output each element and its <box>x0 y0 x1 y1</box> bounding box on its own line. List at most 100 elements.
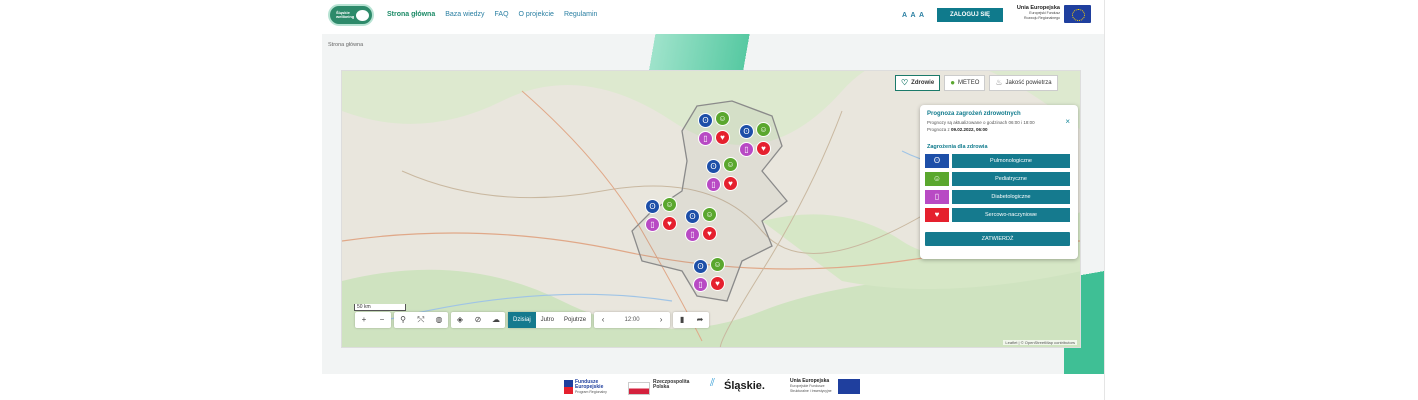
layer-health-label: Zdrowie <box>911 80 935 86</box>
font-size-switcher[interactable]: A A A <box>902 12 925 19</box>
heart-icon[interactable]: ♥ <box>710 276 725 291</box>
actions-group: ▮ ➦ <box>673 312 710 328</box>
heart-icon: ♥ <box>925 208 949 222</box>
day-after-tomorrow-button[interactable]: Pojutrze <box>559 312 591 328</box>
layer-air-quality-button[interactable]: ♨ Jakość powietrza <box>989 75 1058 91</box>
hazard-row-diabetology[interactable]: ▯ Diabetologiczne <box>925 190 1070 204</box>
layers-icon[interactable]: ◈ <box>451 312 469 328</box>
confirm-button[interactable]: ZATWIERDŹ <box>925 232 1070 246</box>
heart-icon[interactable]: ♥ <box>715 130 730 145</box>
share-icon[interactable]: ➦ <box>691 312 709 328</box>
day-tomorrow-button[interactable]: Jutro <box>536 312 559 328</box>
child-icon[interactable]: ☺ <box>710 257 725 272</box>
hazard-label: Pulmonologiczne <box>952 154 1070 168</box>
slaskie-mark-icon: ⫽ <box>710 377 715 389</box>
app-logo[interactable]: Śląskie wellbeing <box>328 4 374 26</box>
glucometer-icon[interactable]: ▯ <box>693 277 708 292</box>
glucometer-icon[interactable]: ▯ <box>645 217 660 232</box>
hazard-row-cardiovascular[interactable]: ♥ Sercowo-naczyniowe <box>925 208 1070 222</box>
pl-title2: Polska <box>653 384 670 390</box>
eu-flag-icon <box>1064 5 1091 23</box>
heart-icon[interactable]: ♥ <box>723 176 738 191</box>
map[interactable]: ʘ ☺ ▯ ♥ ʘ ☺ ▯ ♥ ʘ ☺ ▯ ♥ ʘ ☺ ▯ ♥ ʘ ☺ ▯ ♥ ʘ ☺ ▯ ♥ ♡ Zdrowie ●… <box>341 70 1081 348</box>
content-band: Strona główna ʘ ☺ ▯ ♥ ʘ ☺ ▯ ♥ ʘ ☺ ▯ ♥ ʘ ☺ ▯ ♥ ʘ ☺ ▯ ♥ ʘ… <box>322 34 1104 374</box>
hazard-cluster[interactable]: ʘ ☺ ▯ ♥ <box>739 122 777 158</box>
day-selector: Dzisiaj Jutro Pojutrze <box>508 312 592 328</box>
hazard-cluster[interactable]: ʘ ☺ ▯ ♥ <box>706 157 744 193</box>
location-pin-icon[interactable]: ⚲ <box>394 312 412 328</box>
decor-stripe <box>624 34 774 74</box>
breadcrumb[interactable]: Strona główna <box>328 42 363 48</box>
layer-health-button[interactable]: ♡ Zdrowie <box>895 75 941 91</box>
hazard-label: Pediatryczne <box>952 172 1070 186</box>
layer-switcher: ♡ Zdrowie ● METEO ♨ Jakość powietrza <box>895 75 1058 91</box>
hazard-label: Diabetologiczne <box>952 190 1070 204</box>
chevron-right-icon[interactable]: › <box>652 312 670 328</box>
route-icon[interactable]: ⤲ <box>412 312 430 328</box>
layer-meteo-button[interactable]: ● METEO <box>944 75 986 91</box>
time-selector: ‹ 12:00 › <box>594 312 671 328</box>
lungs-icon[interactable]: ʘ <box>645 199 660 214</box>
child-icon[interactable]: ☺ <box>756 122 771 137</box>
layer-air-label: Jakość powietrza <box>1005 80 1052 86</box>
hazard-cluster[interactable]: ʘ ☺ ▯ ♥ <box>693 257 731 293</box>
nav-knowledge-base[interactable]: Baza wiedzy <box>445 11 484 18</box>
slaskie-text: Śląskie. <box>724 380 765 392</box>
hazard-cluster[interactable]: ʘ ☺ ▯ ♥ <box>698 111 736 147</box>
globe-icon[interactable]: ◍ <box>430 312 448 328</box>
poland-flag-icon <box>628 382 650 395</box>
lungs-icon[interactable]: ʘ <box>685 209 700 224</box>
eu-footer-logo: Unia Europejska Europejskie Fundusze Str… <box>790 379 860 394</box>
heart-icon[interactable]: ♥ <box>702 226 717 241</box>
header: Śląskie wellbeing Strona główna Baza wied… <box>322 0 1104 34</box>
nav-about[interactable]: O projekcie <box>519 11 554 18</box>
nav-regulations[interactable]: Regulamin <box>564 11 597 18</box>
heart-outline-icon: ♡ <box>901 78 909 87</box>
lungs-icon[interactable]: ʘ <box>706 159 721 174</box>
hazard-cluster[interactable]: ʘ ☺ ▯ ♥ <box>685 207 723 243</box>
login-button[interactable]: ZALOGUJ SIĘ <box>937 8 1003 22</box>
zoom-out-icon[interactable]: − <box>373 312 391 328</box>
eu-flag-icon <box>838 379 860 394</box>
zoom-in-icon[interactable]: + <box>355 312 373 328</box>
glucometer-icon: ▯ <box>925 190 949 204</box>
glucometer-icon[interactable]: ▯ <box>739 142 754 157</box>
compass-icon[interactable]: ⊘ <box>469 312 487 328</box>
lungs-icon[interactable]: ʘ <box>698 113 713 128</box>
child-icon[interactable]: ☺ <box>662 197 677 212</box>
lungs-icon[interactable]: ʘ <box>739 124 754 139</box>
zoom-group: + − <box>355 312 391 328</box>
forecast-prefix: Prognoza z <box>927 127 950 132</box>
heart-icon[interactable]: ♥ <box>756 141 771 156</box>
cloud-icon[interactable]: ☁ <box>487 312 505 328</box>
scrollbar[interactable] <box>1104 0 1105 400</box>
child-icon: ☺ <box>925 172 949 186</box>
eu-header-logo-text: Unia Europejska Europejski Fundusz Rozwo… <box>1008 5 1060 20</box>
layer-meteo-label: METEO <box>958 80 980 86</box>
hazard-label: Sercowo-naczyniowe <box>952 208 1070 222</box>
day-today-button[interactable]: Dzisiaj <box>508 312 536 328</box>
panel-forecast-date: Prognoza z 09.02.2022, 06:00 <box>927 127 988 132</box>
nav-faq[interactable]: FAQ <box>495 11 509 18</box>
hazard-row-pulmonology[interactable]: ʘ Pulmonologiczne <box>925 154 1070 168</box>
child-icon[interactable]: ☺ <box>702 207 717 222</box>
glucometer-icon[interactable]: ▯ <box>706 177 721 192</box>
close-icon[interactable]: × <box>1065 117 1070 126</box>
nav-home[interactable]: Strona główna <box>387 11 435 18</box>
heart-icon[interactable]: ♥ <box>662 216 677 231</box>
lungs-icon: ʘ <box>925 154 949 168</box>
lungs-icon[interactable]: ʘ <box>693 259 708 274</box>
ue-sub2: Strukturalne i Inwestycyjne <box>790 389 832 393</box>
child-icon[interactable]: ☺ <box>715 111 730 126</box>
chevron-left-icon[interactable]: ‹ <box>594 312 612 328</box>
map-attribution[interactable]: Leaflet | © OpenStreetMap contributors <box>1003 340 1077 345</box>
hazard-cluster[interactable]: ʘ ☺ ▯ ♥ <box>645 197 683 233</box>
book-icon[interactable]: ▮ <box>673 312 691 328</box>
hazard-row-pediatric[interactable]: ☺ Pediatryczne <box>925 172 1070 186</box>
child-icon[interactable]: ☺ <box>723 157 738 172</box>
tools-group: ⚲ ⤲ ◍ <box>394 312 448 328</box>
glucometer-icon[interactable]: ▯ <box>685 227 700 242</box>
european-funds-logo: Fundusze Europejskie Program Regionalny <box>564 380 607 395</box>
glucometer-icon[interactable]: ▯ <box>698 131 713 146</box>
panel-section-title: Zagrożenia dla zdrowia <box>927 144 988 150</box>
